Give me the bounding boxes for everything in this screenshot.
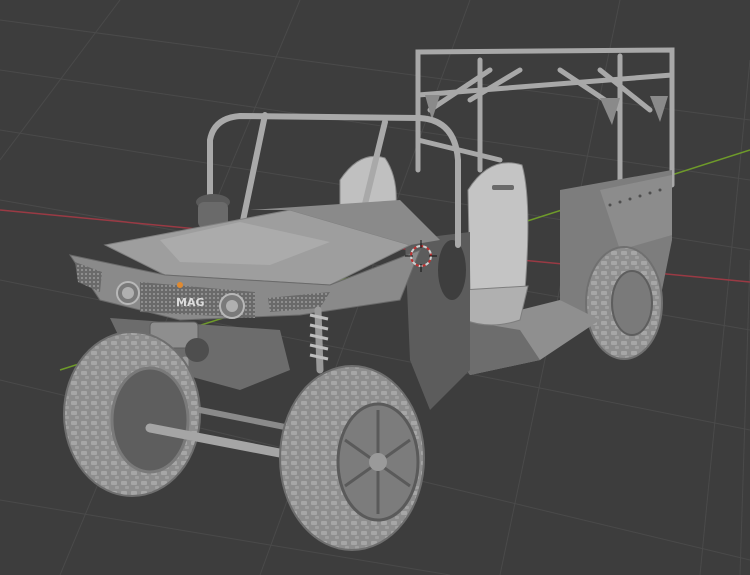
cage-gusset (600, 98, 620, 125)
utv-model[interactable]: MAG (63, 47, 675, 551)
headlight-right-inner (226, 300, 238, 312)
seat-slot (492, 185, 514, 190)
grille-badge: MAG (176, 296, 205, 309)
winch-hook (185, 338, 209, 362)
front-seat-cushion (461, 285, 529, 326)
origin-point[interactable] (177, 282, 183, 288)
side-panel-cutout (438, 240, 466, 300)
3d-viewport[interactable]: MAG (0, 0, 750, 575)
viewport-canvas: MAG (0, 0, 750, 575)
headlight-left-inner (122, 287, 134, 299)
rear-right-rim (611, 270, 653, 336)
front-left-rim (110, 366, 190, 474)
front-right-hub (369, 453, 387, 471)
front-seat-back (467, 162, 529, 291)
